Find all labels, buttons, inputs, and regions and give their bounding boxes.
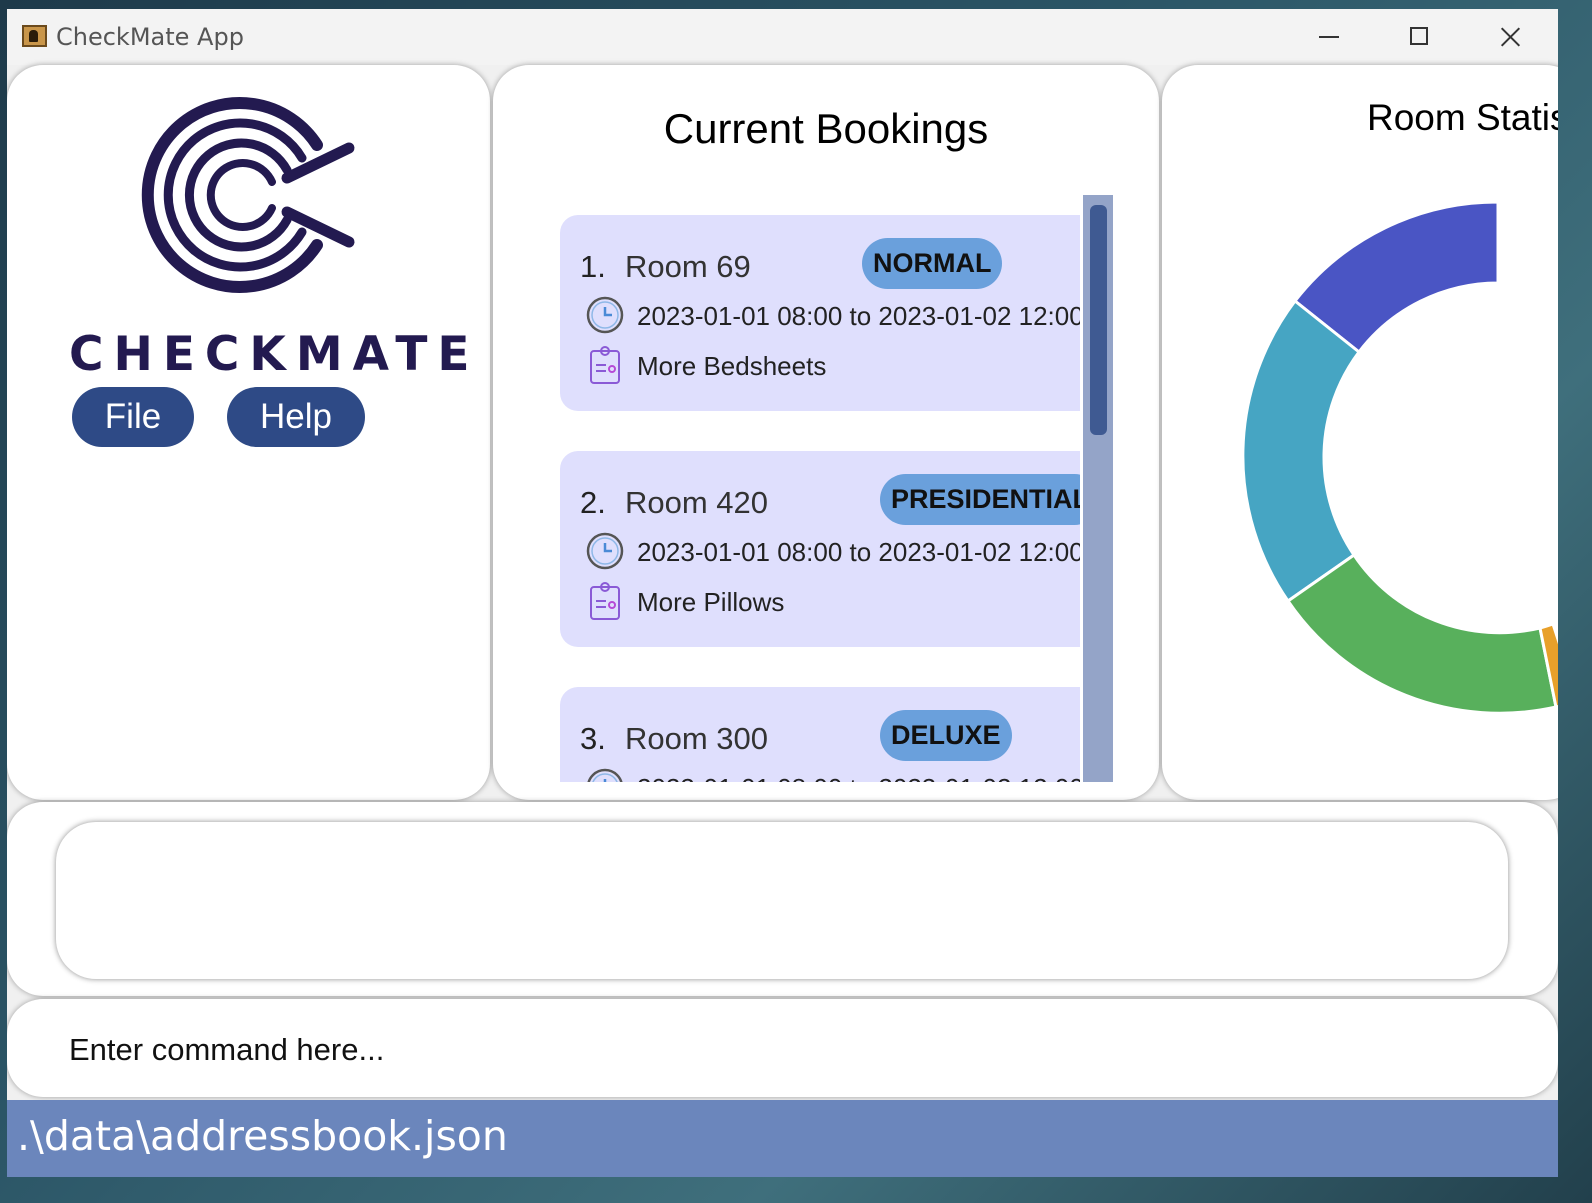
room-stats-panel: Room Statistics bbox=[1162, 65, 1558, 800]
room-type-badge: NORMAL bbox=[862, 238, 1003, 289]
sidebar-panel: CHECKMATE File Help bbox=[7, 65, 490, 800]
donut-slice-teal bbox=[1241, 298, 1362, 604]
booking-time: 2023-01-01 08:00 to 2023-01-02 12:00 bbox=[637, 537, 1080, 567]
maximize-button[interactable] bbox=[1389, 17, 1449, 57]
result-display[interactable] bbox=[56, 822, 1508, 979]
clock-icon bbox=[587, 768, 623, 782]
brand-name: CHECKMATE bbox=[69, 327, 480, 382]
bookings-title: Current Bookings bbox=[663, 105, 989, 152]
booking-time: 2023-01-01 08:00 to 2023-01-02 12:00 bbox=[637, 301, 1080, 331]
command-input[interactable] bbox=[67, 1021, 1511, 1079]
booking-time: 2023-01-01 08:00 to 2023-01-02 12:00 bbox=[637, 773, 1080, 782]
app-icon bbox=[22, 25, 47, 47]
close-button[interactable] bbox=[1480, 17, 1540, 57]
bookings-scrollbar[interactable] bbox=[1083, 195, 1113, 782]
clock-icon bbox=[586, 296, 624, 334]
command-panel bbox=[7, 999, 1558, 1097]
booking-card[interactable]: 2. Room 420 PRESIDENTIAL 2023-01-01 08:0… bbox=[560, 451, 1080, 647]
booking-card[interactable]: 3. Room 300 DELUXE 2023-01-01 08:00 to 2… bbox=[560, 687, 1080, 782]
title-bar: CheckMate App bbox=[7, 9, 1558, 65]
booking-request: More Bedsheets bbox=[637, 351, 827, 381]
request-clipboard-icon bbox=[590, 582, 620, 620]
window-title: CheckMate App bbox=[56, 23, 244, 51]
booking-card[interactable]: 1. Room 69 NORMAL 2023-01-01 08:00 to 20… bbox=[560, 215, 1080, 411]
room-type-badge: DELUXE bbox=[880, 710, 1012, 761]
help-button[interactable]: Help bbox=[227, 387, 365, 447]
minimize-button[interactable] bbox=[1299, 17, 1359, 57]
booking-request: More Pillows bbox=[637, 587, 785, 617]
status-bar: .\data\addressbook.json bbox=[7, 1100, 1558, 1177]
donut-slice-green bbox=[1285, 552, 1558, 715]
checkmate-logo-icon bbox=[141, 97, 355, 293]
booking-room: Room 69 bbox=[625, 249, 751, 284]
booking-room: Room 420 bbox=[625, 485, 769, 520]
result-panel bbox=[7, 802, 1558, 996]
bookings-panel: Current Bookings 1. Room 69 NORMAL 2023-… bbox=[493, 65, 1159, 800]
booking-room: Room 300 bbox=[625, 721, 769, 756]
booking-index: 1. bbox=[580, 249, 606, 284]
room-stats-donut-chart bbox=[1241, 200, 1558, 715]
room-type-badge: PRESIDENTIAL bbox=[880, 474, 1080, 525]
request-clipboard-icon bbox=[590, 346, 620, 384]
booking-index: 3. bbox=[580, 721, 606, 756]
app-window: CheckMate App CHECKMATE File Help Curren… bbox=[7, 9, 1558, 1177]
booking-index: 2. bbox=[580, 485, 606, 520]
file-button[interactable]: File bbox=[72, 387, 194, 447]
data-file-path: .\data\addressbook.json bbox=[17, 1112, 508, 1160]
bookings-list[interactable]: 1. Room 69 NORMAL 2023-01-01 08:00 to 20… bbox=[560, 195, 1080, 782]
scrollbar-thumb[interactable] bbox=[1090, 205, 1107, 435]
clock-icon bbox=[586, 532, 624, 570]
